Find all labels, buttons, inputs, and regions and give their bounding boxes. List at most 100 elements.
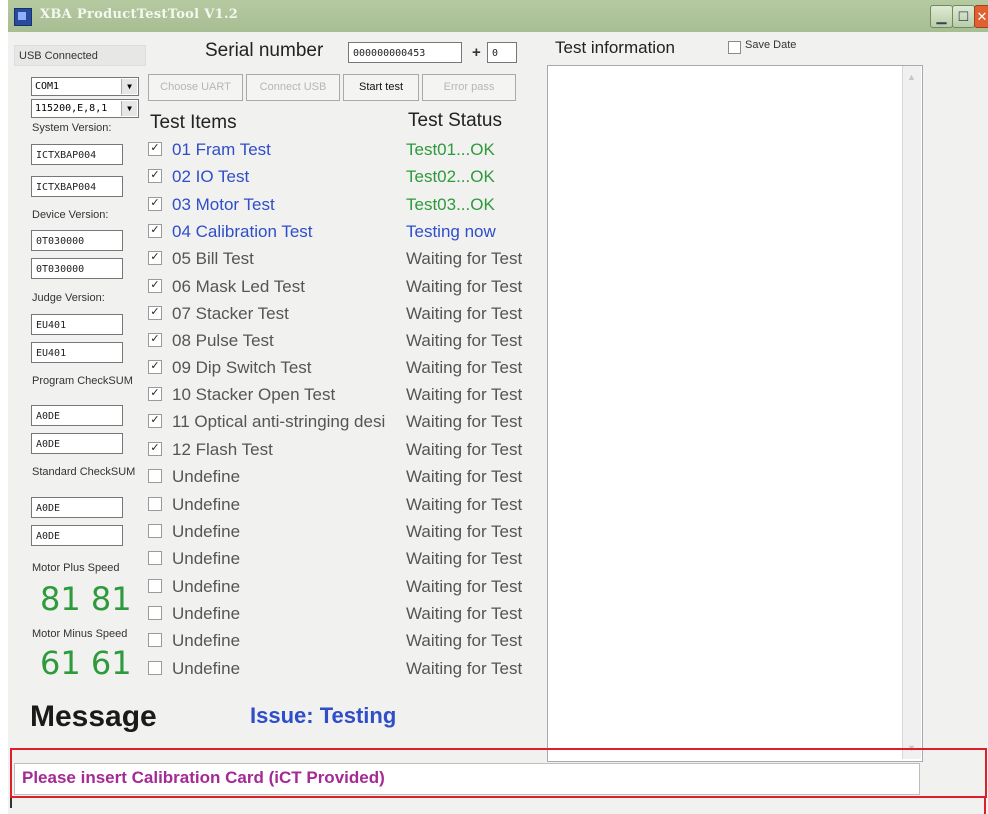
program-checksum-field-2[interactable]: A0DE	[31, 433, 123, 454]
checkbox[interactable]	[148, 605, 162, 620]
error-pass-button[interactable]: Error pass	[422, 74, 516, 101]
message-label: Message	[30, 700, 157, 733]
baud-select[interactable]: 115200,E,8,1 ▼	[31, 99, 139, 118]
window-title: XBA ProductTestTool V1.2	[40, 7, 239, 22]
chevron-down-icon[interactable]: ▼	[121, 79, 137, 94]
app-icon	[14, 8, 32, 26]
test-items-header: Test Items	[150, 112, 237, 133]
test-status-header: Test Status	[408, 110, 502, 131]
checkbox[interactable]	[148, 468, 162, 483]
edge-mark	[10, 798, 12, 808]
test-status: Waiting for Test	[406, 440, 523, 459]
test-item[interactable]: 08 Pulse Test	[148, 331, 274, 357]
highlight-frame	[10, 748, 987, 798]
test-status: Waiting for Test	[406, 495, 523, 514]
serial-increment-field[interactable]: 0	[487, 42, 517, 63]
program-checksum-field-1[interactable]: A0DE	[31, 405, 123, 426]
test-item[interactable]: Undefine	[148, 549, 240, 575]
save-date-label: Save Date	[745, 39, 797, 51]
judge-version-label: Judge Version:	[32, 292, 105, 304]
checkbox[interactable]	[148, 632, 162, 647]
issue-status: Issue: Testing	[250, 703, 397, 728]
plus-sign: +	[472, 44, 481, 61]
device-version-field-2[interactable]: 0T030000	[31, 258, 123, 279]
system-version-field-1[interactable]: ICTXBAP004	[31, 144, 123, 165]
checkbox[interactable]	[148, 305, 162, 320]
checkbox[interactable]	[148, 496, 162, 511]
test-item[interactable]: 12 Flash Test	[148, 440, 273, 466]
system-version-label: System Version:	[32, 122, 112, 134]
test-item[interactable]: Undefine	[148, 522, 240, 548]
test-item[interactable]: 02 IO Test	[148, 167, 249, 193]
test-status: Waiting for Test	[406, 604, 523, 623]
checkbox[interactable]	[148, 660, 162, 675]
checkbox[interactable]	[148, 196, 162, 211]
chevron-up-icon[interactable]: ▲	[907, 72, 916, 82]
checkbox[interactable]	[148, 578, 162, 593]
test-item[interactable]: Undefine	[148, 577, 240, 603]
checkbox[interactable]	[148, 332, 162, 347]
test-status: Waiting for Test	[406, 385, 523, 404]
test-status: Waiting for Test	[406, 577, 523, 596]
test-status: Waiting for Test	[406, 304, 523, 323]
com-port-select[interactable]: COM1 ▼	[31, 77, 139, 96]
highlight-mark	[984, 798, 986, 814]
checkbox[interactable]	[148, 223, 162, 238]
test-status: Waiting for Test	[406, 467, 523, 486]
test-status: Test03...OK	[406, 195, 495, 214]
program-checksum-label: Program CheckSUM	[32, 375, 133, 387]
connect-usb-button[interactable]: Connect USB	[246, 74, 340, 101]
test-information-textarea[interactable]	[547, 65, 923, 762]
baud-value: 115200,E,8,1	[35, 103, 108, 114]
motor-minus-speed: 61 61	[40, 644, 132, 682]
test-item[interactable]: 05 Bill Test	[148, 249, 254, 275]
maximize-button[interactable]: ☐	[952, 5, 975, 28]
checkbox[interactable]	[148, 168, 162, 183]
judge-version-field-1[interactable]: EU401	[31, 314, 123, 335]
test-status: Waiting for Test	[406, 358, 523, 377]
chevron-down-icon[interactable]: ▼	[121, 101, 137, 116]
test-status: Waiting for Test	[406, 249, 523, 268]
test-item[interactable]: 07 Stacker Test	[148, 304, 289, 330]
judge-version-field-2[interactable]: EU401	[31, 342, 123, 363]
standard-checksum-field-2[interactable]: A0DE	[31, 525, 123, 546]
test-item[interactable]: 10 Stacker Open Test	[148, 385, 335, 411]
standard-checksum-field-1[interactable]: A0DE	[31, 497, 123, 518]
save-date-checkbox[interactable]	[728, 41, 741, 54]
test-item[interactable]: Undefine	[148, 631, 240, 657]
test-item[interactable]: 01 Fram Test	[148, 140, 271, 166]
checkbox[interactable]	[148, 278, 162, 293]
checkbox[interactable]	[148, 550, 162, 565]
close-button[interactable]: ✕	[974, 5, 988, 28]
checkbox[interactable]	[148, 413, 162, 428]
standard-checksum-label: Standard CheckSUM	[32, 466, 136, 478]
test-status: Waiting for Test	[406, 631, 523, 650]
minimize-button[interactable]: ▁	[930, 5, 953, 28]
checkbox[interactable]	[148, 359, 162, 374]
test-item[interactable]: Undefine	[148, 659, 240, 685]
vertical-scrollbar[interactable]: ▲ ▼	[902, 66, 921, 759]
test-status: Waiting for Test	[406, 549, 523, 568]
test-information-title: Test information	[555, 38, 675, 57]
serial-number-field[interactable]: 000000000453	[348, 42, 462, 63]
test-item[interactable]: 11 Optical anti-stringing desi	[148, 412, 385, 438]
test-item[interactable]: 06 Mask Led Test	[148, 277, 305, 303]
checkbox[interactable]	[148, 386, 162, 401]
system-version-field-2[interactable]: ICTXBAP004	[31, 176, 123, 197]
checkbox[interactable]	[148, 441, 162, 456]
test-item[interactable]: 09 Dip Switch Test	[148, 358, 312, 384]
test-status: Waiting for Test	[406, 522, 523, 541]
test-item[interactable]: 04 Calibration Test	[148, 222, 313, 248]
start-test-button[interactable]: Start test	[343, 74, 419, 101]
test-status: Waiting for Test	[406, 277, 523, 296]
device-version-field-1[interactable]: 0T030000	[31, 230, 123, 251]
checkbox[interactable]	[148, 250, 162, 265]
checkbox[interactable]	[148, 523, 162, 538]
test-status: Waiting for Test	[406, 412, 523, 431]
test-item[interactable]: 03 Motor Test	[148, 195, 275, 221]
test-item[interactable]: Undefine	[148, 467, 240, 493]
test-item[interactable]: Undefine	[148, 604, 240, 630]
checkbox[interactable]	[148, 141, 162, 156]
test-item[interactable]: Undefine	[148, 495, 240, 521]
choose-uart-button[interactable]: Choose UART	[148, 74, 243, 101]
